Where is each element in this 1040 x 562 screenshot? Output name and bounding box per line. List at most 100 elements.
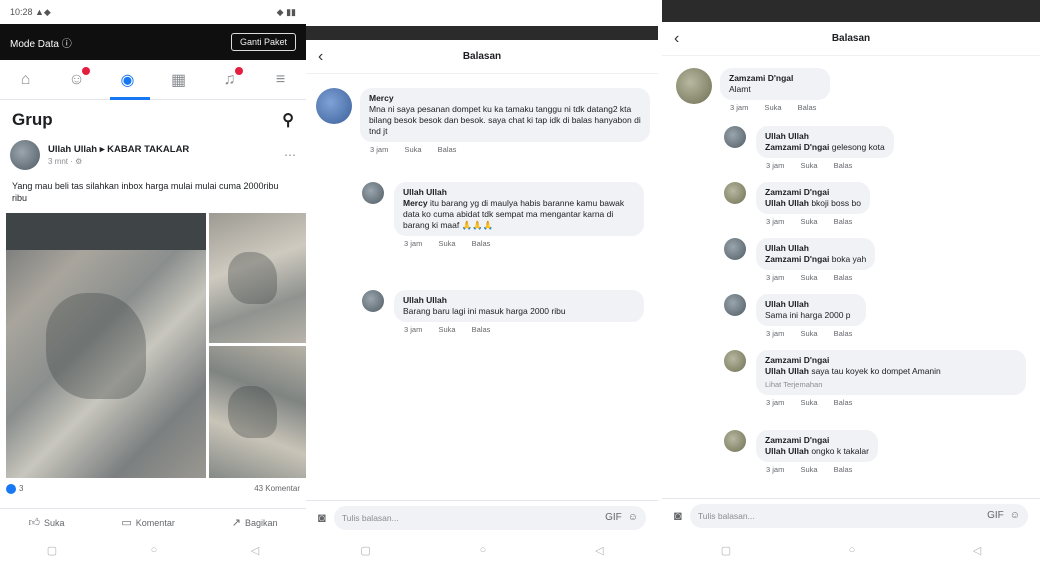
mention-link[interactable]: Zamzami D'ngai xyxy=(765,254,829,264)
comment-author[interactable]: Ullah Ullah xyxy=(765,243,866,254)
comment-author[interactable]: Ullah Ullah xyxy=(403,187,635,198)
home-icon[interactable]: ⌂ xyxy=(13,67,39,93)
mention-link[interactable]: Zamzami D'ngai xyxy=(765,142,829,152)
back-arrow-icon[interactable]: ‹ xyxy=(674,30,679,48)
reply-link[interactable]: Balas xyxy=(438,145,457,154)
avatar[interactable] xyxy=(10,140,40,170)
mention-link[interactable]: Mercy xyxy=(403,198,428,208)
comment-bubble[interactable]: Ullah Ullah Zamzami D'ngai gelesong kota xyxy=(756,126,894,158)
like-link[interactable]: Suka xyxy=(800,217,817,226)
avatar[interactable] xyxy=(724,238,746,260)
comment-bubble[interactable]: Zamzami D'ngal Alamt xyxy=(720,68,831,100)
like-link[interactable]: Suka xyxy=(800,465,817,474)
see-translation-link[interactable]: Lihat Terjemahan xyxy=(765,379,1017,390)
share-button[interactable]: ↗ Bagikan xyxy=(232,516,278,529)
mention-link[interactable]: Ullah Ullah xyxy=(765,446,809,456)
reply-input-placeholder: Tulis balasan... xyxy=(697,510,755,521)
mention-link[interactable]: Ullah Ullah xyxy=(765,198,809,208)
comment-count[interactable]: 43 Komentar xyxy=(254,484,300,494)
like-badge-icon xyxy=(6,484,16,494)
reply-link[interactable]: Balas xyxy=(472,239,491,248)
like-link[interactable]: Suka xyxy=(800,161,817,170)
like-link[interactable]: Suka xyxy=(438,325,455,334)
search-icon[interactable]: ⚲ xyxy=(282,110,294,130)
comment-author[interactable]: Ullah Ullah xyxy=(765,131,885,142)
recent-apps-icon[interactable]: ▢ xyxy=(360,544,370,557)
camera-icon[interactable]: ◙ xyxy=(318,510,326,525)
recent-apps-icon[interactable]: ▢ xyxy=(721,544,731,557)
reply-link[interactable]: Balas xyxy=(472,325,491,334)
like-link[interactable]: Suka xyxy=(438,239,455,248)
notifications-icon[interactable]: ♫ xyxy=(217,66,243,93)
avatar[interactable] xyxy=(724,182,746,204)
comment-bubble[interactable]: Mercy Mna ni saya pesanan dompet ku ka t… xyxy=(360,88,650,142)
comment-author[interactable]: Mercy xyxy=(369,93,641,104)
reply-link[interactable]: Balas xyxy=(834,329,853,338)
back-nav-icon[interactable]: ◁ xyxy=(973,544,981,557)
system-nav-bar: ▢ ○ ◁ xyxy=(662,538,1040,562)
post-photo-top-right[interactable] xyxy=(209,213,306,343)
like-count[interactable]: 3 xyxy=(6,484,23,494)
camera-icon[interactable]: ◙ xyxy=(674,508,682,523)
gif-icon[interactable]: GIF xyxy=(987,510,1004,521)
reply-link[interactable]: Balas xyxy=(798,103,817,112)
reply-link[interactable]: Balas xyxy=(834,161,853,170)
emoji-icon[interactable]: ☺ xyxy=(1010,510,1020,521)
reply-link[interactable]: Balas xyxy=(834,465,853,474)
comment-bubble[interactable]: Ullah Ullah Barang baru lagi ini masuk h… xyxy=(394,290,644,322)
comment-bubble[interactable]: Zamzami D'ngai Ullah Ullah bkoji boss bo xyxy=(756,182,870,214)
avatar[interactable] xyxy=(676,68,712,104)
comment-author[interactable]: Zamzami D'ngal xyxy=(729,73,821,84)
reply-link[interactable]: Balas xyxy=(834,398,853,407)
like-button[interactable]: 👍︎ Suka xyxy=(28,516,64,529)
comment-author[interactable]: Ullah Ullah xyxy=(403,295,635,306)
comment-author[interactable]: Zamzami D'ngai xyxy=(765,187,861,198)
like-link[interactable]: Suka xyxy=(404,145,421,154)
like-link[interactable]: Suka xyxy=(800,273,817,282)
comment-text: bkoji boss bo xyxy=(811,198,861,208)
back-nav-icon[interactable]: ◁ xyxy=(595,544,603,557)
mention-link[interactable]: Ullah Ullah xyxy=(765,366,809,376)
comment-bubble[interactable]: Zamzami D'ngai Ullah Ullah saya tau koye… xyxy=(756,350,1026,395)
comment-bubble[interactable]: Ullah Ullah Zamzami D'ngai boka yah xyxy=(756,238,876,270)
avatar[interactable] xyxy=(362,182,384,204)
post-photos[interactable] xyxy=(6,213,306,478)
avatar[interactable] xyxy=(724,430,746,452)
back-arrow-icon[interactable]: ‹ xyxy=(318,48,323,66)
reply-link[interactable]: Balas xyxy=(834,273,853,282)
change-plan-button[interactable]: Ganti Paket xyxy=(230,33,296,51)
comment-bubble[interactable]: Zamzami D'ngai Ullah Ullah ongko k takal… xyxy=(756,430,878,462)
groups-icon[interactable]: ◉ xyxy=(115,67,141,93)
marketplace-icon[interactable]: ▦ xyxy=(166,67,192,93)
home-button-icon[interactable]: ○ xyxy=(849,544,856,556)
friends-icon[interactable]: ☺ xyxy=(64,66,90,93)
avatar[interactable] xyxy=(724,294,746,316)
like-link[interactable]: Suka xyxy=(764,103,781,112)
recent-apps-icon[interactable]: ▢ xyxy=(47,544,57,557)
post-photo-bottom-right[interactable] xyxy=(209,346,306,478)
back-nav-icon[interactable]: ◁ xyxy=(251,544,259,557)
like-link[interactable]: Suka xyxy=(800,329,817,338)
comment-author[interactable]: Ullah Ullah xyxy=(765,299,857,310)
comment-bubble[interactable]: Ullah Ullah Sama ini harga 2000 p xyxy=(756,294,867,326)
comment-author[interactable]: Zamzami D'ngai xyxy=(765,355,1017,366)
gif-icon[interactable]: GIF xyxy=(605,512,622,523)
comment-bubble[interactable]: Ullah Ullah Mercy itu barang yg di mauly… xyxy=(394,182,644,236)
post-author[interactable]: Ullah Ullah ▸ KABAR TAKALAR xyxy=(48,144,284,155)
avatar[interactable] xyxy=(724,126,746,148)
avatar[interactable] xyxy=(724,350,746,372)
home-button-icon[interactable]: ○ xyxy=(480,544,487,556)
comment-button[interactable]: ▭ Komentar xyxy=(121,516,174,529)
avatar[interactable] xyxy=(362,290,384,312)
reply-link[interactable]: Balas xyxy=(834,217,853,226)
menu-icon[interactable]: ≡ xyxy=(268,67,294,93)
emoji-icon[interactable]: ☺ xyxy=(628,512,638,523)
more-options-icon[interactable]: ⋯ xyxy=(284,148,296,162)
post-photo-main[interactable] xyxy=(6,213,206,478)
reply-input[interactable]: Tulis balasan... GIF ☺ xyxy=(333,505,646,530)
home-button-icon[interactable]: ○ xyxy=(151,544,158,556)
like-link[interactable]: Suka xyxy=(800,398,817,407)
reply-input[interactable]: Tulis balasan... GIF ☺ xyxy=(689,503,1028,528)
comment-author[interactable]: Zamzami D'ngai xyxy=(765,435,869,446)
avatar[interactable] xyxy=(316,88,352,124)
